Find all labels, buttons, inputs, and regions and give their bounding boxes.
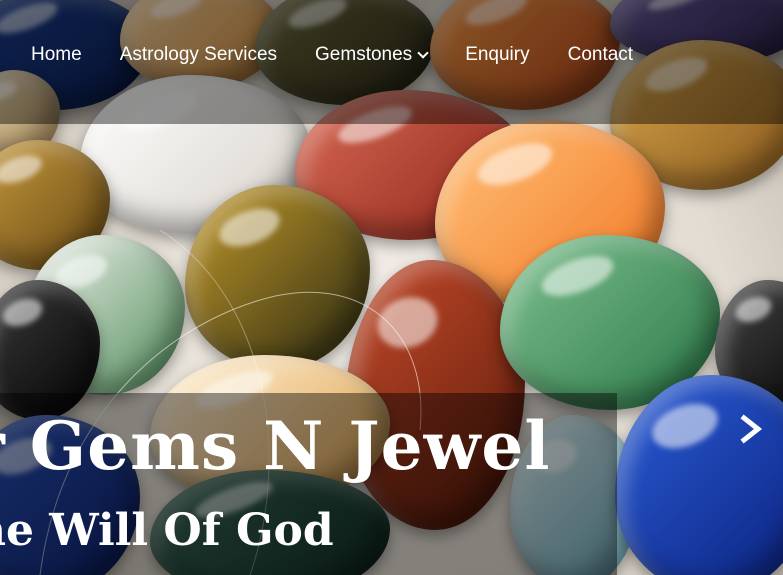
nav-home-label: Home (31, 44, 82, 65)
slide-subtitle: he Will Of God (0, 505, 334, 556)
nav-gemstones-label: Gemstones (315, 44, 413, 65)
nav-contact-label: Contact (567, 44, 634, 65)
chevron-right-icon (740, 414, 763, 444)
nav-astrology-services[interactable]: Astrology Services (120, 44, 277, 66)
main-nav: Home Astrology Services Gemstones Enquir… (0, 36, 671, 74)
stone-image (185, 185, 370, 370)
nav-enquiry-label: Enquiry (465, 44, 530, 65)
nav-home[interactable]: Home (31, 44, 82, 66)
navbar: Home Astrology Services Gemstones Enquir… (0, 0, 783, 124)
nav-gemstones[interactable]: Gemstones (315, 44, 429, 66)
nav-enquiry[interactable]: Enquiry (465, 44, 529, 66)
slider-next-button[interactable] (736, 414, 766, 444)
chevron-down-icon (417, 47, 429, 59)
slide-title: r Gems N Jewel (0, 407, 551, 485)
nav-contact[interactable]: Contact (568, 44, 633, 66)
nav-astrology-services-label: Astrology Services (119, 44, 278, 65)
slide-caption: r Gems N Jewel he Will Of God (0, 393, 617, 575)
